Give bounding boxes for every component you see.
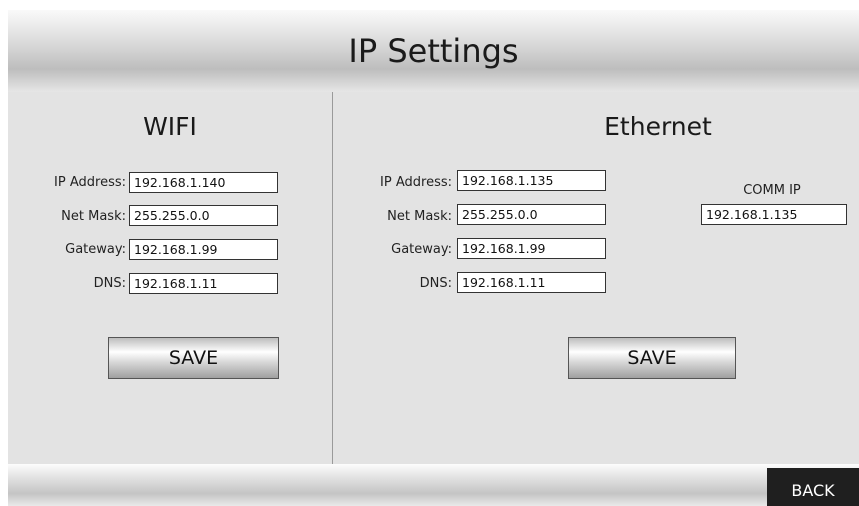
- ethernet-ip-address-label: IP Address:: [380, 175, 452, 190]
- comm-ip-input[interactable]: [701, 204, 847, 225]
- ethernet-gateway-label: Gateway:: [391, 242, 452, 257]
- wifi-section-title: WIFI: [143, 112, 197, 141]
- section-divider: [332, 92, 333, 464]
- ethernet-section-title: Ethernet: [604, 112, 712, 141]
- ethernet-net-mask-input[interactable]: [457, 204, 606, 225]
- ethernet-dns-label: DNS:: [419, 276, 452, 291]
- wifi-dns-input[interactable]: [129, 273, 278, 294]
- ethernet-ip-address-input[interactable]: [457, 170, 606, 191]
- settings-panel: WIFI IP Address: Net Mask: Gateway: DNS:…: [8, 92, 859, 464]
- back-button[interactable]: BACK: [767, 468, 859, 506]
- ethernet-gateway-input[interactable]: [457, 238, 606, 259]
- wifi-ip-address-label: IP Address:: [54, 175, 126, 190]
- comm-ip-label: COMM IP: [743, 183, 801, 198]
- wifi-net-mask-label: Net Mask:: [61, 209, 126, 224]
- header-bar: IP Settings: [8, 10, 859, 92]
- wifi-dns-label: DNS:: [93, 276, 126, 291]
- ethernet-save-button[interactable]: SAVE: [568, 337, 736, 379]
- page-title: IP Settings: [348, 32, 519, 70]
- wifi-gateway-input[interactable]: [129, 239, 278, 260]
- ethernet-dns-input[interactable]: [457, 272, 606, 293]
- ethernet-net-mask-label: Net Mask:: [387, 209, 452, 224]
- wifi-save-button[interactable]: SAVE: [108, 337, 279, 379]
- wifi-net-mask-input[interactable]: [129, 205, 278, 226]
- wifi-gateway-label: Gateway:: [65, 242, 126, 257]
- wifi-ip-address-input[interactable]: [129, 172, 278, 193]
- footer-bar: [8, 464, 859, 506]
